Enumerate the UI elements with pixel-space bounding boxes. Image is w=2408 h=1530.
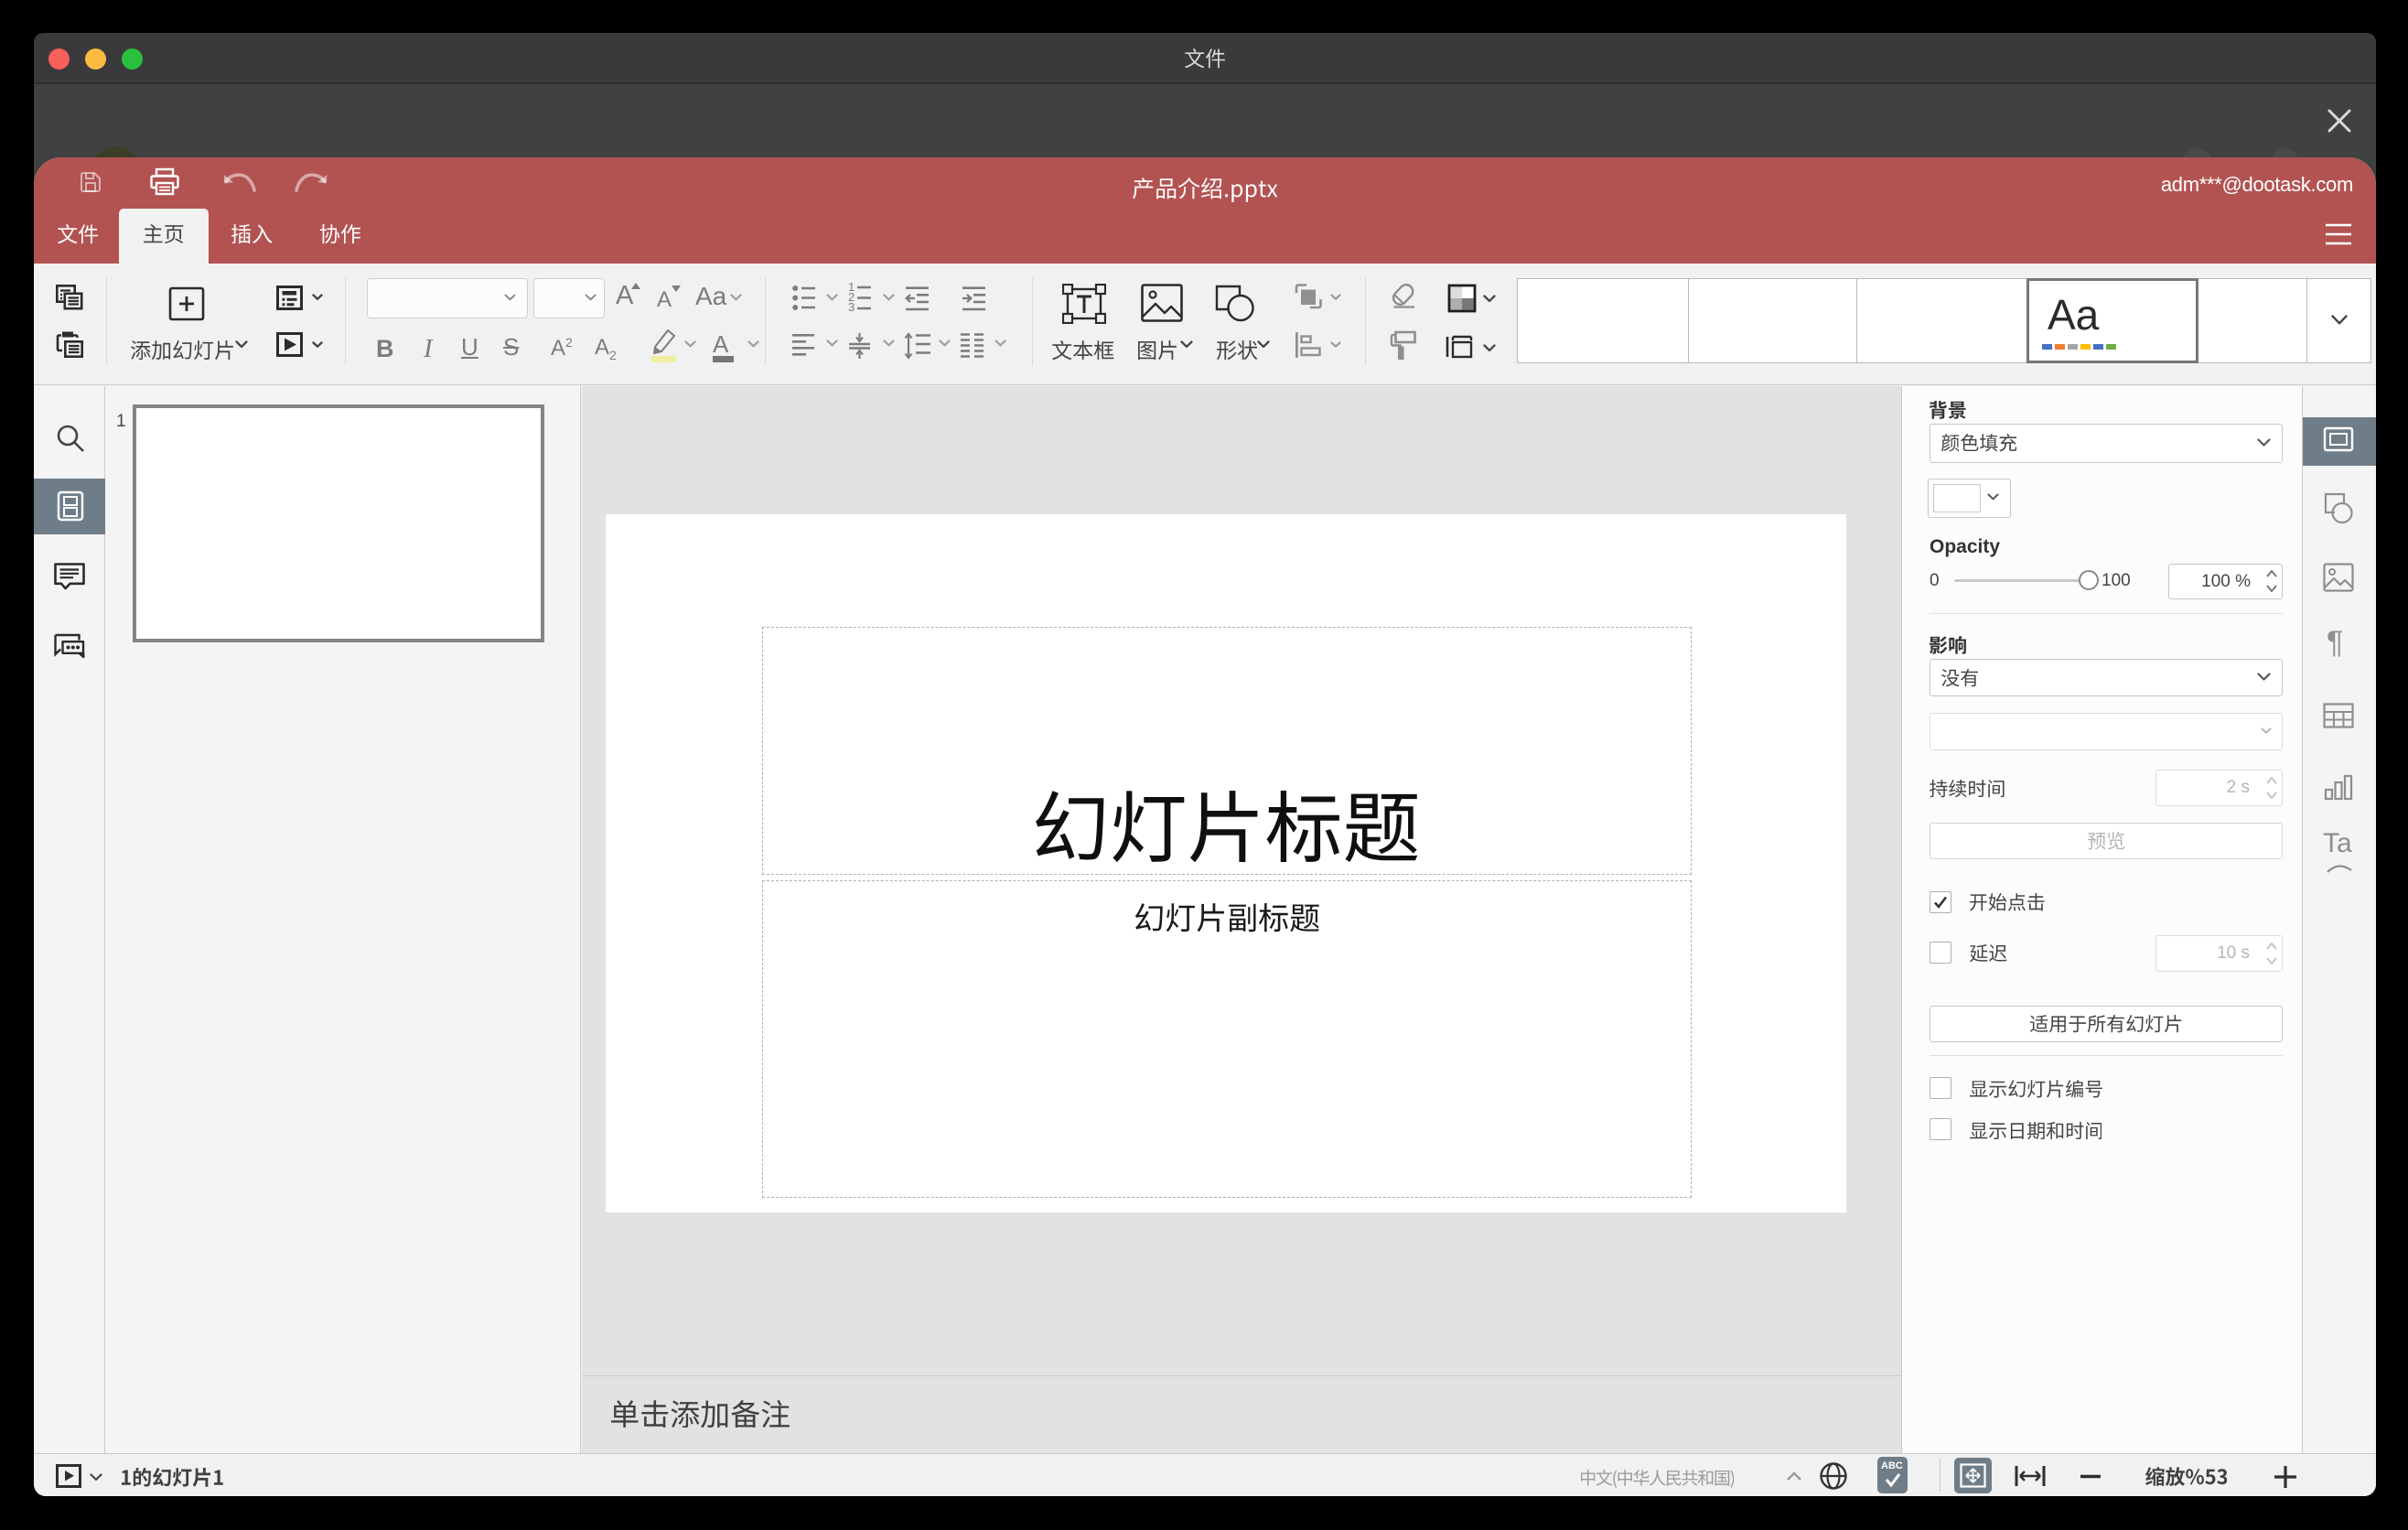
svg-text:3: 3 — [848, 300, 855, 313]
